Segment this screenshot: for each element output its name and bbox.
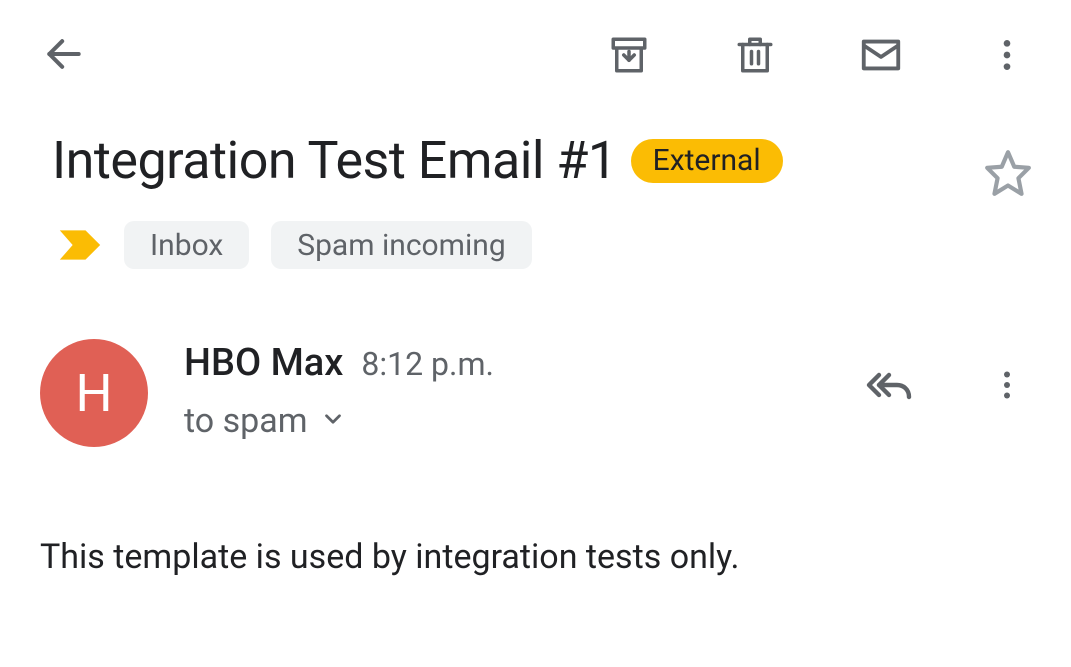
sender-block: H HBO Max 8:12 p.m. to spam	[0, 269, 1071, 447]
mark-unread-button[interactable]	[857, 31, 905, 79]
sender-avatar[interactable]: H	[40, 339, 148, 447]
external-badge: External	[631, 139, 783, 183]
reply-all-icon	[865, 360, 913, 410]
arrow-left-icon	[42, 32, 86, 76]
more-vert-icon	[989, 367, 1025, 403]
star-button[interactable]	[983, 148, 1033, 202]
recipient-expander[interactable]: to spam	[184, 401, 829, 441]
reply-all-button[interactable]	[865, 361, 913, 409]
more-vert-icon	[987, 35, 1027, 75]
label-chip-spam-incoming[interactable]: Spam incoming	[271, 221, 531, 269]
archive-button[interactable]	[605, 31, 653, 79]
important-marker[interactable]	[58, 227, 102, 263]
label-chip-inbox[interactable]: Inbox	[124, 221, 249, 269]
star-outline-icon	[983, 148, 1033, 198]
more-button[interactable]	[983, 31, 1031, 79]
back-button[interactable]	[40, 30, 88, 78]
toolbar	[0, 0, 1071, 90]
avatar-initial: H	[75, 363, 112, 424]
email-body: This template is used by integration tes…	[0, 447, 1071, 577]
trash-icon	[734, 34, 776, 76]
archive-icon	[608, 34, 650, 76]
sender-name: HBO Max	[184, 341, 343, 385]
important-icon	[58, 227, 102, 263]
chevron-down-icon	[320, 401, 346, 441]
message-more-button[interactable]	[983, 361, 1031, 409]
sender-time: 8:12 p.m.	[361, 345, 494, 383]
delete-button[interactable]	[731, 31, 779, 79]
email-subject: Integration Test Email #1	[52, 130, 617, 191]
labels-row: Inbox Spam incoming	[58, 221, 1031, 269]
envelope-icon	[858, 32, 904, 78]
recipient-line: to spam	[184, 401, 308, 441]
subject-block: Integration Test Email #1 External Inbox…	[0, 90, 1071, 269]
